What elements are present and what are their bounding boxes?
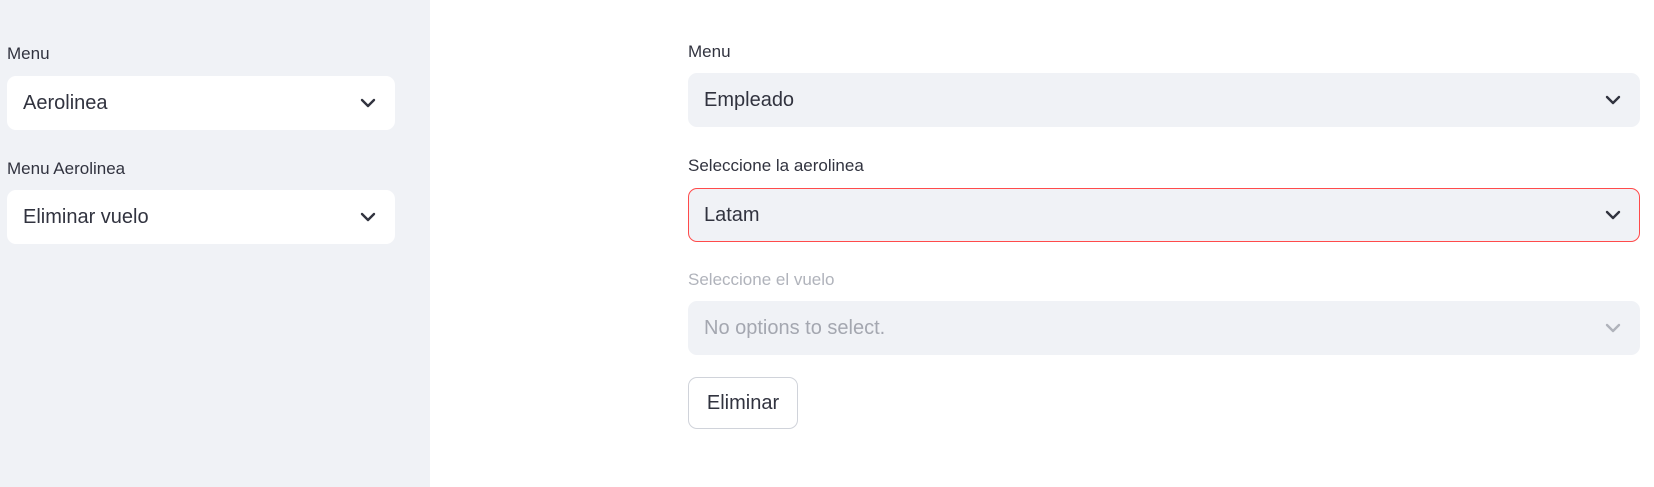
flight-select: No options to select. (688, 301, 1640, 355)
airline-value: Latam (704, 203, 760, 226)
chevron-down-icon (1602, 204, 1624, 226)
sidebar-submenu-label: Menu Aerolinea (7, 159, 126, 178)
main-menu-label: Menu (688, 42, 731, 61)
sidebar-menu-select[interactable]: Aerolinea (7, 76, 395, 130)
chevron-down-icon (1602, 317, 1624, 339)
main-content: Menu Empleado Seleccione la aerolinea La… (430, 0, 1654, 487)
sidebar-menu-value: Aerolinea (23, 91, 108, 114)
sidebar-menu-label: Menu (7, 44, 50, 63)
sidebar: Menu Aerolinea Menu Aerolinea Eliminar v… (0, 0, 430, 487)
sidebar-submenu-select[interactable]: Eliminar vuelo (7, 190, 395, 244)
flight-label: Seleccione el vuelo (688, 270, 835, 289)
airline-select[interactable]: Latam (688, 188, 1640, 242)
chevron-down-icon (357, 92, 379, 114)
main-menu-value: Empleado (704, 88, 795, 111)
chevron-down-icon (357, 206, 379, 228)
airline-label: Seleccione la aerolinea (688, 156, 864, 175)
sidebar-submenu-value: Eliminar vuelo (23, 205, 149, 228)
chevron-down-icon (1602, 89, 1624, 111)
main-menu-select[interactable]: Empleado (688, 73, 1640, 127)
app-root: Menu Aerolinea Menu Aerolinea Eliminar v… (0, 0, 1654, 487)
eliminar-button[interactable]: Eliminar (688, 377, 798, 429)
flight-placeholder: No options to select. (704, 316, 886, 339)
